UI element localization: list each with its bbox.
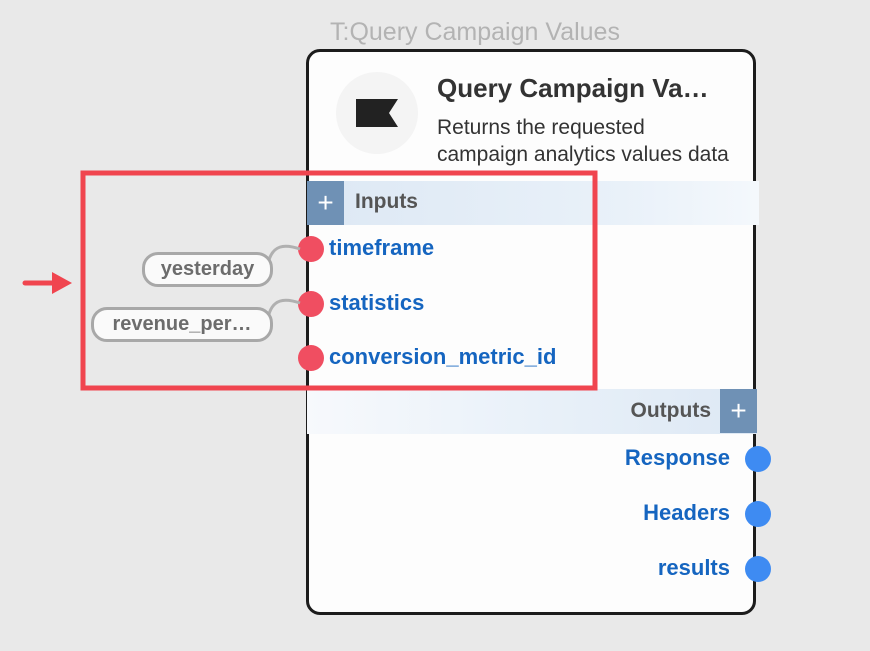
highlight-box bbox=[80, 170, 598, 391]
highlight-annotation bbox=[22, 170, 598, 391]
arrow-icon bbox=[22, 272, 72, 294]
